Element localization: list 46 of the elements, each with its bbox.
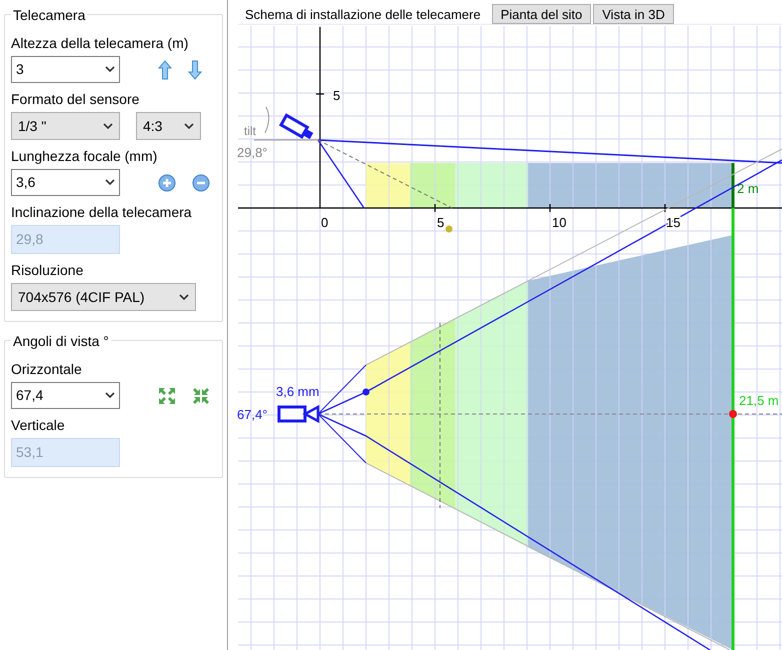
shrink-icon[interactable] xyxy=(192,386,210,404)
side-coverage-band xyxy=(366,163,410,208)
dropdown[interactable]: 4:3 xyxy=(136,112,201,140)
focal-length-label: 3,6 mm xyxy=(276,384,320,399)
chevron-icon xyxy=(105,179,115,186)
height-label: 2 m xyxy=(737,181,759,196)
field-label: Verticale xyxy=(11,416,66,435)
field-label: Orizzontale xyxy=(11,360,83,379)
combo-field[interactable]: 3,6 xyxy=(11,169,120,196)
height-marker xyxy=(732,163,734,208)
chevron-icon xyxy=(103,122,113,130)
field-label: Risoluzione xyxy=(11,261,84,280)
readonly-field: 29,8 xyxy=(11,225,120,254)
field-label: Altezza della telecamera (m) xyxy=(11,34,190,53)
readonly-field: 53,1 xyxy=(11,438,120,467)
camera-icon xyxy=(278,404,320,424)
chevron-icon xyxy=(105,392,115,399)
field-label: Inclinazione della telecamera xyxy=(11,203,193,222)
axis-label: 5 xyxy=(333,88,340,103)
focus-dot xyxy=(362,388,370,396)
combo-field[interactable]: 3 xyxy=(11,56,120,83)
axis-label: 0 xyxy=(321,215,328,230)
field-label: Lunghezza focale (mm) xyxy=(11,147,158,166)
chevron-icon xyxy=(105,66,115,73)
arrow-up-icon[interactable] xyxy=(158,60,172,80)
field-label: Formato del sensore xyxy=(11,90,140,109)
chevron-icon xyxy=(179,294,189,300)
tab[interactable]: Vista in 3D xyxy=(593,4,674,24)
tilt-angle-label: 29,8° xyxy=(237,145,268,160)
dropdown[interactable]: 704x576 (4CIF PAL) xyxy=(11,283,196,311)
chevron-icon xyxy=(184,122,194,130)
axis-label: 10 xyxy=(552,215,566,230)
plus-icon[interactable] xyxy=(158,174,176,192)
tab[interactable]: Pianta del sito xyxy=(492,4,592,24)
arrow-down-icon[interactable] xyxy=(188,60,202,80)
distance-dot xyxy=(729,410,737,418)
expand-icon[interactable] xyxy=(158,386,176,404)
marker-dot xyxy=(446,226,452,232)
combo-field[interactable]: 67,4 xyxy=(11,382,120,409)
tilt-label: tilt xyxy=(244,124,256,138)
dropdown[interactable]: 1/3 " xyxy=(11,112,120,140)
tilt-arc xyxy=(264,106,270,134)
angle-label: 67,4° xyxy=(237,407,268,422)
axis-label: 5 xyxy=(437,215,444,230)
minus-icon[interactable] xyxy=(192,174,210,192)
distance-label: 21,5 m xyxy=(739,393,779,408)
